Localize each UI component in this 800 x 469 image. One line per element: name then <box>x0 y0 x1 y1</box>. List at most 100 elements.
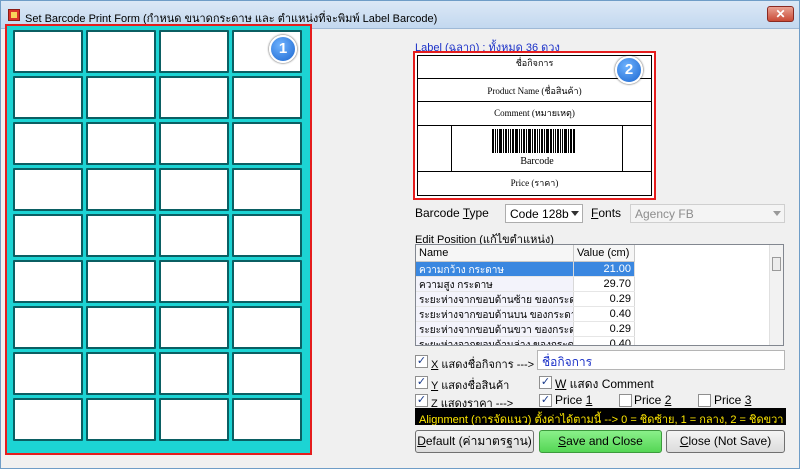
default-button[interactable]: Default (ค่ามาตรฐาน) <box>415 430 534 453</box>
paper-sheet-preview[interactable] <box>5 24 312 455</box>
table-row[interactable]: ความสูง กระดาษ 29.70 <box>416 277 635 292</box>
save-and-close-button[interactable]: Save and Close <box>539 430 662 453</box>
chevron-down-icon <box>773 211 781 216</box>
row-value-cell[interactable]: 0.40 <box>574 337 635 345</box>
label-cell[interactable] <box>13 352 83 395</box>
label-cell[interactable] <box>232 352 302 395</box>
barcode-bar <box>510 129 511 153</box>
close-not-save-button[interactable]: Close (Not Save) <box>666 430 785 453</box>
label-cell[interactable] <box>159 352 229 395</box>
company-name-input[interactable]: ชื่อกิจการ <box>537 350 785 370</box>
label-cell[interactable] <box>232 122 302 165</box>
label-cell[interactable] <box>159 398 229 441</box>
label-grid <box>13 30 306 441</box>
edit-position-grid[interactable]: Name Value (cm) ความกว้าง กระดาษ 21.00 ควา… <box>415 244 784 346</box>
show-company-checkbox[interactable]: ✓ <box>415 355 428 368</box>
label-barcode-text: Barcode <box>520 156 554 167</box>
row-value-cell[interactable]: 21.00 <box>574 262 635 276</box>
label-cell[interactable] <box>232 214 302 257</box>
label-cell[interactable] <box>13 76 83 119</box>
column-header-name[interactable]: Name <box>416 245 574 261</box>
label-cell[interactable] <box>159 30 229 73</box>
label-cell[interactable] <box>159 122 229 165</box>
barcode-bar <box>544 129 545 153</box>
row-value-cell[interactable]: 29.70 <box>574 277 635 291</box>
show-product-checkbox[interactable]: ✓ <box>415 376 428 389</box>
barcode-bar <box>532 129 533 153</box>
show-product-label: Y แสดงชื่อสินค้า <box>431 380 510 392</box>
row-name-cell[interactable]: ระยะห่างจากขอบด้านล่าง ของกระดาษ <box>416 337 574 345</box>
label-cell[interactable] <box>86 398 156 441</box>
close-window-button[interactable]: ✕ <box>767 6 794 22</box>
barcode-type-label: Barcode Type <box>415 206 489 220</box>
barcode-type-select[interactable]: Code 128b <box>505 204 583 223</box>
label-cell[interactable] <box>86 30 156 73</box>
label-cell[interactable] <box>86 168 156 211</box>
barcode-bar <box>508 129 509 153</box>
barcode-bar <box>564 129 567 153</box>
show-comment-checkbox[interactable]: ✓ <box>539 376 552 389</box>
label-cell[interactable] <box>159 214 229 257</box>
row-name-cell[interactable]: ความกว้าง กระดาษ <box>416 262 574 276</box>
label-cell[interactable] <box>86 76 156 119</box>
label-cell[interactable] <box>13 260 83 303</box>
label-comment-row: Comment (หมายเหตุ) <box>418 102 651 126</box>
table-row[interactable]: ระยะห่างจากขอบด้านล่าง ของกระดาษ 0.40 <box>416 337 635 345</box>
scroll-thumb[interactable] <box>772 257 781 271</box>
label-cell[interactable] <box>13 306 83 349</box>
label-cell[interactable] <box>159 260 229 303</box>
barcode-bar <box>546 129 549 153</box>
barcode-bar <box>537 129 538 153</box>
fonts-value: Agency FB <box>635 207 694 221</box>
barcode-bar <box>573 129 575 153</box>
row-name-cell[interactable]: ระยะห่างจากขอบด้านขวา ของกระดาษ <box>416 322 574 336</box>
row-name-cell[interactable]: ความสูง กระดาษ <box>416 277 574 291</box>
label-company-text: ชื่อกิจการ <box>515 58 554 68</box>
grid-scrollbar[interactable] <box>769 245 783 345</box>
price2-checkbox[interactable] <box>619 394 632 407</box>
table-row[interactable]: ระยะห่างจากขอบด้านขวา ของกระดาษ 0.29 <box>416 322 635 337</box>
label-cell[interactable] <box>86 352 156 395</box>
show-price-checkbox[interactable]: ✓ <box>415 394 428 407</box>
label-cell[interactable] <box>232 76 302 119</box>
label-cell[interactable] <box>232 168 302 211</box>
column-header-value[interactable]: Value (cm) <box>574 245 635 261</box>
label-cell[interactable] <box>86 306 156 349</box>
row-name-cell[interactable]: ระยะห่างจากขอบด้านบน ของกระดาษ <box>416 307 574 321</box>
table-row[interactable]: ระยะห่างจากขอบด้านซ้าย ของกระดาษ 0.29 <box>416 292 635 307</box>
barcode-bar <box>492 129 494 153</box>
barcode-bar <box>541 129 543 153</box>
barcode-bar <box>550 129 552 153</box>
app-icon <box>8 9 20 21</box>
label-cell[interactable] <box>13 214 83 257</box>
price1-checkbox[interactable]: ✓ <box>539 394 552 407</box>
label-cell[interactable] <box>86 214 156 257</box>
barcode-type-value: Code 128b <box>510 207 569 221</box>
barcode-bar <box>519 129 520 153</box>
row-name-cell[interactable]: ระยะห่างจากขอบด้านซ้าย ของกระดาษ <box>416 292 574 306</box>
label-product-row: Product Name (ชื่อสินค้า) <box>418 79 651 102</box>
label-cell[interactable] <box>232 260 302 303</box>
label-cell[interactable] <box>13 30 83 73</box>
label-cell[interactable] <box>159 306 229 349</box>
label-cell[interactable] <box>13 122 83 165</box>
row-value-cell[interactable]: 0.29 <box>574 292 635 306</box>
label-cell[interactable] <box>159 168 229 211</box>
label-cell[interactable] <box>13 168 83 211</box>
label-cell[interactable] <box>232 398 302 441</box>
table-row[interactable]: ความกว้าง กระดาษ 21.00 <box>416 262 635 277</box>
barcode-bar <box>523 129 525 153</box>
fonts-select[interactable]: Agency FB <box>630 204 785 223</box>
label-cell[interactable] <box>232 306 302 349</box>
row-value-cell[interactable]: 0.40 <box>574 307 635 321</box>
label-cell[interactable] <box>86 122 156 165</box>
row-value-cell[interactable]: 0.29 <box>574 322 635 336</box>
table-row[interactable]: ระยะห่างจากขอบด้านบน ของกระดาษ 0.40 <box>416 307 635 322</box>
label-cell[interactable] <box>159 76 229 119</box>
barcode-bar <box>495 129 496 153</box>
barcode-bar <box>534 129 536 153</box>
price3-checkbox[interactable] <box>698 394 711 407</box>
label-cell[interactable] <box>13 398 83 441</box>
barcode-bar <box>560 129 561 153</box>
label-cell[interactable] <box>86 260 156 303</box>
